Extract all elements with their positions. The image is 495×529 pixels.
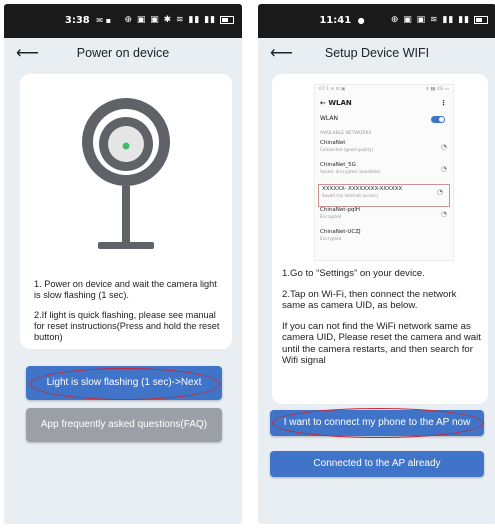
ws-title: WLAN [328,99,352,107]
ws-section-label: AVAILABLE NETWORKS [320,131,372,136]
connected-to-ap-button[interactable]: Connected to the AP already [270,451,484,477]
wlan-toggle [431,116,445,123]
more-vert-icon: ⋮ [440,99,447,107]
wifi-icon: ◔ [440,165,447,173]
wifi-icon: ◔ [440,143,447,151]
connect-to-ap-button[interactable]: I want to connect my phone to the AP now [270,410,484,436]
wifi-icon: ◔ [440,210,447,218]
wlan-settings-screenshot: 07:1 ⊖ ⊡ ▣ ≋ ▮▮ 4G ▭ ← WLAN ⋮ WLAN AVAIL… [314,84,454,261]
notification-icons: ● [357,16,365,25]
right-phone-screen: 11:41 ● ⊕ ▣ ▣ ≋ ▮▮ ▮▮ ⟵ Setup Device WIF… [258,4,495,524]
status-icons: ⊕ ▣ ▣ ✱ ≋ ▮▮ ▮▮ [124,15,217,25]
status-bar: 3:38 ✉ ▪ ⊕ ▣ ▣ ✱ ≋ ▮▮ ▮▮ [4,4,242,38]
instruction-reset-note: If you can not find the WiFi network sam… [282,320,481,367]
faq-button[interactable]: App frequently asked questions(FAQ) [26,408,222,442]
app-bar: ⟵ Setup Device WIFI [258,38,495,68]
battery-icon [474,15,488,24]
wifi-icon: ◔ [436,188,443,196]
status-time: 3:38 [64,15,90,26]
battery-icon [220,15,234,24]
page-title: Power on device [76,46,170,60]
network-item: ChinaNet Connected (good quality) ◔ [320,140,447,152]
ws-status-left: 07:1 ⊖ ⊡ ▣ [319,87,346,92]
ws-wlan-label: WLAN [320,115,339,122]
network-item: ChinaNet-pqlH Encrypted ◔ [320,207,447,219]
notification-icons: ✉ ▪ [96,16,112,25]
left-phone-screen: 3:38 ✉ ▪ ⊕ ▣ ▣ ✱ ≋ ▮▮ ▮▮ ⟵ Power on devi… [4,4,242,524]
network-item: ChinaNet-UCZJ Encrypted [320,229,361,241]
status-time: 11:41 [319,15,352,26]
instruction-step-1: 1. Power on device and wait the camera l… [34,279,217,300]
instruction-step-1: 1.Go to “Settings” on your device. [282,268,425,279]
instruction-card: 07:1 ⊖ ⊡ ▣ ≋ ▮▮ 4G ▭ ← WLAN ⋮ WLAN AVAIL… [272,74,488,404]
app-bar: ⟵ Power on device [4,38,242,68]
network-item: ChinaNet_5G Saved, encrypted (available)… [320,162,447,174]
camera-icon [82,98,170,249]
status-bar: 11:41 ● ⊕ ▣ ▣ ≋ ▮▮ ▮▮ [258,4,495,38]
network-item-camera-uid: XXXXXX- XXXXXXXX-XXXXXX Saved (no Intern… [318,184,450,207]
slow-flashing-next-button[interactable]: Light is slow flashing (1 sec)->Next [26,366,222,400]
ws-back-icon: ← [320,99,326,107]
page-title: Setup Device WIFI [324,46,430,60]
instruction-step-2: 2.If light is quick flashing, please see… [34,310,220,342]
instruction-card: 1. Power on device and wait the camera l… [20,74,232,349]
ws-status-right: ≋ ▮▮ 4G ▭ [425,87,449,92]
instruction-step-2: 2.Tap on Wi-Fi, then connect the network… [282,288,457,312]
status-icons: ⊕ ▣ ▣ ≋ ▮▮ ▮▮ [390,15,471,25]
